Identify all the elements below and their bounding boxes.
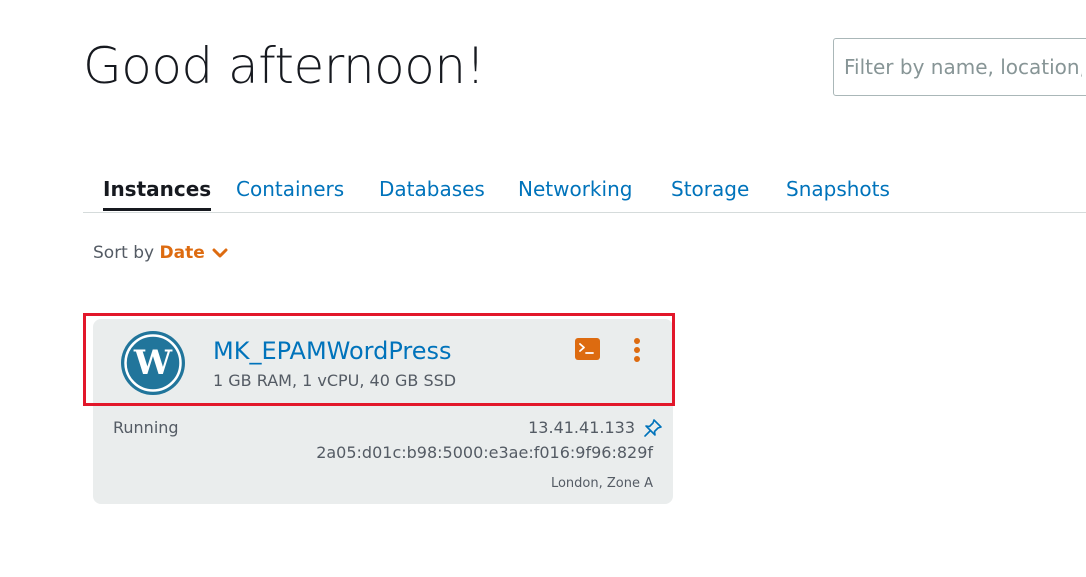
highlight-box (83, 313, 675, 406)
instance-status: Running (113, 418, 179, 437)
page-greeting: Good afternoon! (83, 37, 486, 95)
tab-storage[interactable]: Storage (671, 176, 749, 202)
instance-location: London, Zone A (550, 476, 653, 491)
tab-snapshots[interactable]: Snapshots (786, 176, 890, 202)
tab-containers[interactable]: Containers (236, 176, 344, 202)
tab-databases[interactable]: Databases (379, 176, 485, 202)
sort-control: Sort by Date (93, 241, 228, 265)
instance-ipv6: 2a05:d01c:b98:5000:e3ae:f016:9f96:829f (316, 443, 653, 462)
sort-label: Sort by (93, 243, 155, 263)
chevron-down-icon[interactable] (212, 247, 228, 259)
instance-public-ip: 13.41.41.133 (528, 418, 635, 437)
resource-tabs: Instances Containers Databases Networkin… (83, 170, 1086, 213)
sort-value[interactable]: Date (160, 243, 205, 263)
filter-input[interactable] (833, 38, 1086, 96)
pin-icon[interactable] (643, 418, 663, 438)
tab-networking[interactable]: Networking (518, 176, 632, 202)
tab-instances[interactable]: Instances (103, 176, 212, 211)
